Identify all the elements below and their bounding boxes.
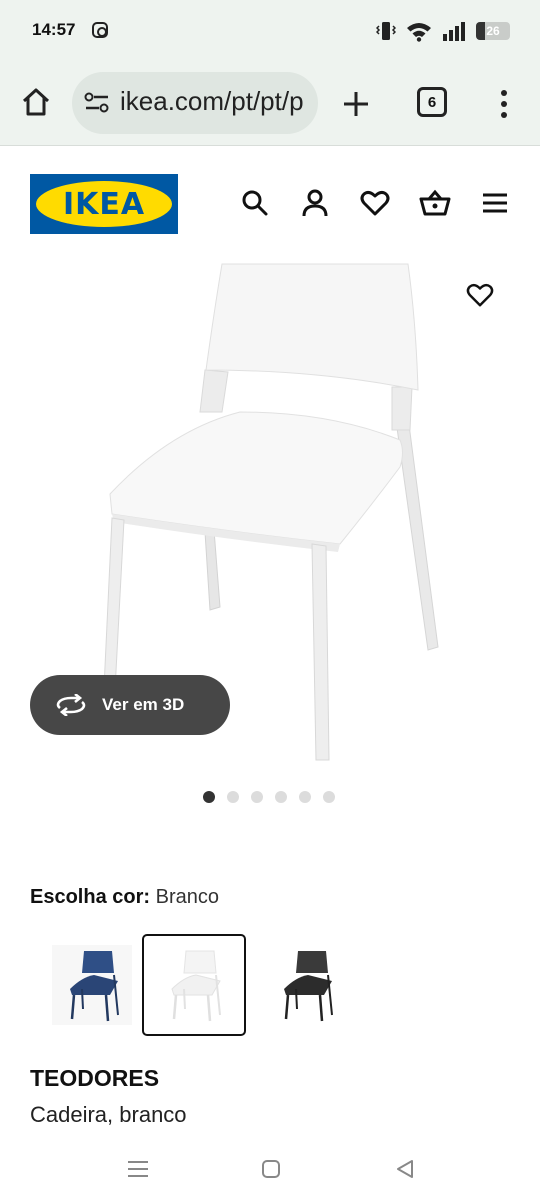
- tab-switcher-button[interactable]: 6: [417, 87, 447, 117]
- home-button[interactable]: [16, 80, 56, 124]
- gallery-dot[interactable]: [203, 791, 215, 803]
- menu-icon[interactable]: [478, 186, 512, 220]
- basket-icon[interactable]: [418, 186, 452, 220]
- battery-level: 26: [486, 24, 500, 38]
- heart-icon[interactable]: [358, 186, 392, 220]
- url-text[interactable]: ikea.com/pt/pt/p: [120, 86, 306, 117]
- instagram-icon: [92, 22, 108, 38]
- gallery-dot[interactable]: [275, 791, 287, 803]
- search-icon[interactable]: [238, 186, 272, 220]
- heart-icon: [466, 283, 494, 307]
- view-3d-label: Ver em 3D: [102, 695, 185, 714]
- system-nav-bar: [0, 1140, 540, 1200]
- view-3d-button[interactable]: Ver em 3D: [30, 675, 230, 735]
- color-chooser-label: Escolha cor: Branco: [30, 886, 219, 909]
- ikea-logo[interactable]: IKEA: [30, 174, 178, 234]
- color-selected-value: Branco: [155, 886, 219, 908]
- gallery-pagination: [203, 791, 335, 803]
- address-bar[interactable]: ikea.com/pt/pt/p: [72, 72, 318, 134]
- home-square-icon[interactable]: [256, 1154, 286, 1184]
- color-option-white[interactable]: [142, 934, 246, 1036]
- chair-thumbnail: [284, 951, 333, 1022]
- plus-icon: [344, 92, 368, 116]
- gallery-dot[interactable]: [323, 791, 335, 803]
- product-name: TEODORES: [30, 1065, 160, 1091]
- status-time: 14:57: [32, 20, 76, 39]
- status-icons: 26: [376, 18, 510, 44]
- user-icon[interactable]: [298, 186, 332, 220]
- status-bar: 14:57 26: [0, 0, 540, 62]
- color-label-text: Escolha cor:: [30, 886, 151, 908]
- favorite-button[interactable]: [462, 277, 498, 313]
- rotate-3d-icon: [54, 693, 90, 717]
- gallery-dot[interactable]: [299, 791, 311, 803]
- gallery-dot[interactable]: [227, 791, 239, 803]
- new-tab-button[interactable]: [336, 84, 376, 124]
- vibrate-icon: [376, 22, 396, 40]
- color-option-black[interactable]: [254, 934, 358, 1036]
- more-icon[interactable]: [490, 84, 518, 124]
- site-settings-icon[interactable]: [84, 91, 110, 115]
- signal-icon: [443, 22, 465, 41]
- browser-toolbar: ikea.com/pt/pt/p 6: [0, 62, 540, 146]
- gallery-dot[interactable]: [251, 791, 263, 803]
- wifi-icon: [407, 23, 431, 42]
- recents-icon[interactable]: [123, 1154, 153, 1184]
- battery-icon: 26: [476, 22, 510, 40]
- logo-text: IKEA: [62, 187, 146, 222]
- color-option-blue[interactable]: [40, 934, 144, 1036]
- chair-thumbnail: [171, 950, 221, 1022]
- product-description: Cadeira, branco: [30, 1102, 187, 1127]
- chair-thumbnail: [52, 945, 132, 1025]
- back-icon[interactable]: [390, 1154, 420, 1184]
- home-icon: [22, 88, 50, 116]
